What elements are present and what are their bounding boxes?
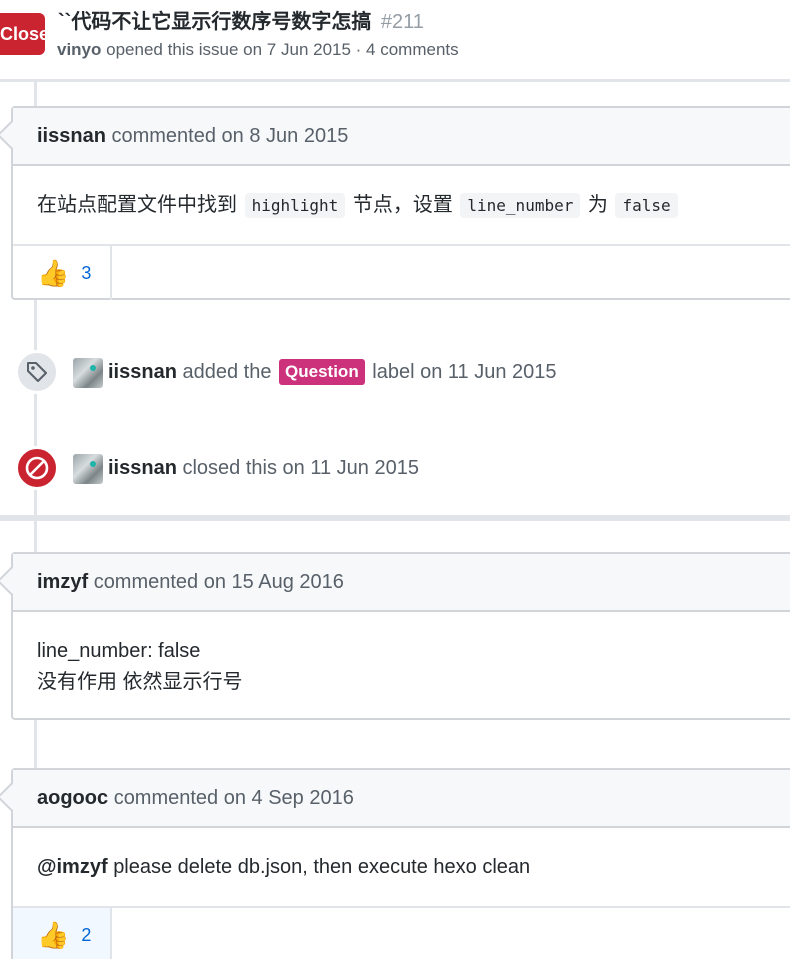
body-text: 在站点配置文件中找到 <box>37 194 237 216</box>
issue-title: ``代码不让它显示行数序号数字怎搞 #211 <box>58 8 424 36</box>
inline-code: highlight <box>244 193 346 218</box>
inline-code: false <box>615 193 678 218</box>
issue-number: #211 <box>380 11 424 33</box>
comment-date-link[interactable]: commented on 15 Aug 2016 <box>94 571 344 593</box>
inline-code: line_number <box>460 193 581 218</box>
comment-card: aogooc commented on 4 Sep 2016 @imzyf pl… <box>0 768 790 959</box>
comment-body: line_number: false 没有作用 依然显示行号 <box>13 612 790 698</box>
reaction-count: 2 <box>81 924 92 945</box>
body-line: line_number: false <box>37 640 201 662</box>
comment-author-link[interactable]: imzyf <box>37 571 88 593</box>
timeline-event-labeled: iissnan added the Question label on 11 J… <box>0 350 790 394</box>
event-text: iissnan closed this on 11 Jun 2015 <box>108 448 419 488</box>
event-action-text: added the <box>182 361 272 383</box>
timeline-event-closed: iissnan closed this on 11 Jun 2015 <box>0 446 790 490</box>
comment-author-link[interactable]: iissnan <box>37 125 106 147</box>
issue-title-text: ``代码不让它显示行数序号数字怎搞 <box>58 11 372 33</box>
comment-author-link[interactable]: aogooc <box>37 787 108 809</box>
event-actor-link[interactable]: iissnan <box>108 361 177 383</box>
avatar[interactable] <box>73 454 103 484</box>
comment-arrow <box>0 782 26 812</box>
avatar[interactable] <box>73 358 103 388</box>
issue-opened-text: opened this issue on 7 Jun 2015 · 4 comm… <box>106 40 459 59</box>
comment-arrow <box>0 120 26 150</box>
comment-header: imzyf commented on 15 Aug 2016 <box>0 554 790 612</box>
thumbs-up-icon: 👍 <box>37 258 70 288</box>
question-label[interactable]: Question <box>279 359 365 385</box>
reactions-bar: 👍 3 <box>13 244 790 300</box>
tag-icon <box>15 350 59 394</box>
comment-body: @imzyf please delete db.json, then execu… <box>13 828 790 906</box>
reaction-count: 3 <box>81 262 92 283</box>
issue-author-link[interactable]: vinyo <box>57 40 101 59</box>
body-text: 节点，设置 <box>352 194 453 216</box>
comment-date-link[interactable]: commented on 4 Sep 2016 <box>114 787 354 809</box>
body-text: 为 <box>587 194 608 216</box>
comment-arrow <box>0 566 26 596</box>
circle-slash-icon <box>15 446 59 490</box>
thumbs-up-reaction-button[interactable]: 👍 3 <box>13 246 112 300</box>
event-text: iissnan added the Question label on 11 J… <box>108 352 557 392</box>
thumbs-up-reaction-button[interactable]: 👍 2 <box>13 908 112 959</box>
comment-body: 在站点配置文件中找到 highlight 节点，设置 line_number 为… <box>13 166 790 244</box>
event-date-text: label on 11 Jun 2015 <box>372 361 557 383</box>
issue-state-badge: Closed <box>0 13 45 55</box>
reactions-bar: 👍 2 <box>13 906 790 959</box>
body-line: 没有作用 依然显示行号 <box>37 671 243 693</box>
event-action-text: closed this on 11 Jun 2015 <box>182 457 419 479</box>
comment-header: aogooc commented on 4 Sep 2016 <box>0 770 790 828</box>
header-divider <box>0 79 790 82</box>
body-text: please delete db.json, then execute hexo… <box>113 856 531 878</box>
comment-card: iissnan commented on 8 Jun 2015 在站点配置文件中… <box>0 106 790 300</box>
timeline-break <box>0 515 790 521</box>
user-mention-link[interactable]: @imzyf <box>37 856 108 878</box>
comment-date-link[interactable]: commented on 8 Jun 2015 <box>111 125 348 147</box>
event-actor-link[interactable]: iissnan <box>108 457 177 479</box>
thumbs-up-icon: 👍 <box>37 920 70 950</box>
comment-header: iissnan commented on 8 Jun 2015 <box>0 108 790 166</box>
comment-card: imzyf commented on 15 Aug 2016 line_numb… <box>0 552 790 720</box>
issue-meta: vinyo opened this issue on 7 Jun 2015 · … <box>57 38 459 62</box>
